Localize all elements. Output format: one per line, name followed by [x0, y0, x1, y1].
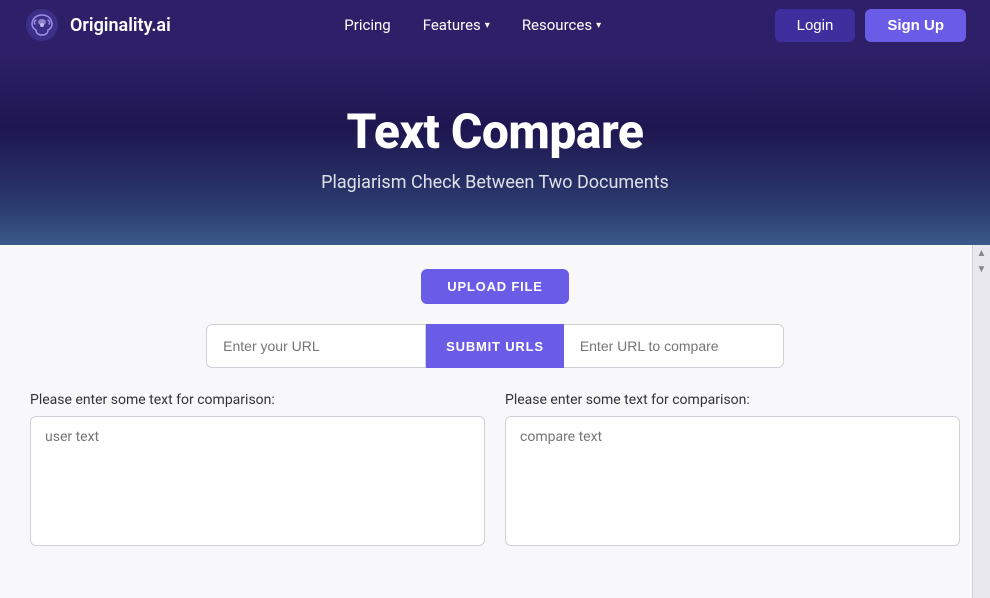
- nav-features[interactable]: Features ▾: [411, 10, 502, 40]
- left-text-label: Please enter some text for comparison:: [30, 392, 485, 408]
- logo-text: Originality.ai: [70, 15, 171, 36]
- signup-button[interactable]: Sign Up: [865, 9, 966, 42]
- url-row: SUBMIT URLS: [30, 324, 960, 368]
- login-button[interactable]: Login: [775, 9, 856, 42]
- logo[interactable]: Originality.ai: [24, 7, 171, 43]
- page-title: Text Compare: [347, 103, 644, 160]
- url-compare-input[interactable]: [564, 324, 784, 368]
- features-chevron-icon: ▾: [485, 20, 490, 31]
- submit-urls-button[interactable]: SUBMIT URLS: [426, 324, 564, 368]
- scroll-up-icon[interactable]: ▲: [977, 247, 987, 261]
- main-content: UPLOAD FILE SUBMIT URLS Please enter som…: [0, 245, 990, 598]
- nav-links: Pricing Features ▾ Resources ▾: [332, 10, 613, 40]
- resources-chevron-icon: ▾: [596, 20, 601, 31]
- upload-file-button[interactable]: UPLOAD FILE: [421, 269, 568, 304]
- right-text-label: Please enter some text for comparison:: [505, 392, 960, 408]
- nav-buttons: Login Sign Up: [775, 9, 966, 42]
- scroll-down-icon[interactable]: ▼: [977, 263, 987, 277]
- page-subtitle: Plagiarism Check Between Two Documents: [321, 172, 669, 193]
- hero-section: Text Compare Plagiarism Check Between Tw…: [0, 50, 990, 245]
- nav-resources[interactable]: Resources ▾: [510, 10, 613, 40]
- left-text-col: Please enter some text for comparison:: [30, 392, 485, 546]
- upload-row: UPLOAD FILE: [30, 269, 960, 304]
- left-textarea[interactable]: [30, 416, 485, 546]
- scrollbar[interactable]: ▲ ▼: [972, 245, 990, 598]
- nav-pricing[interactable]: Pricing: [332, 10, 402, 40]
- navbar: Originality.ai Pricing Features ▾ Resour…: [0, 0, 990, 50]
- right-textarea[interactable]: [505, 416, 960, 546]
- logo-icon: [24, 7, 60, 43]
- url-input[interactable]: [206, 324, 426, 368]
- right-text-col: Please enter some text for comparison:: [505, 392, 960, 546]
- text-areas-row: Please enter some text for comparison: P…: [30, 392, 960, 546]
